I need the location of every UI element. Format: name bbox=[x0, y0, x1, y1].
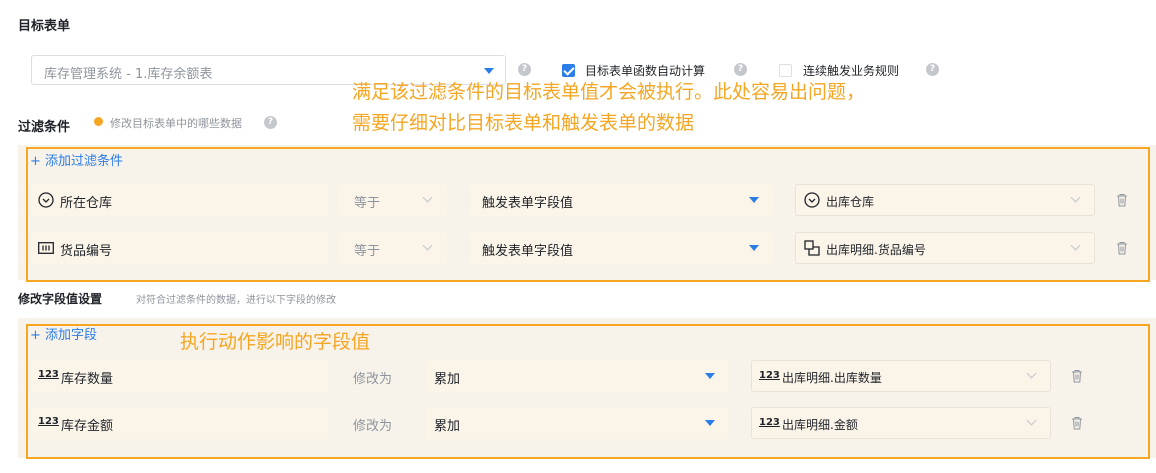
number-field-icon: 123 bbox=[759, 417, 780, 428]
help-icon[interactable]: ? bbox=[518, 63, 531, 76]
number-field-icon: 123 bbox=[38, 416, 59, 427]
modify-action-label: 修改为 bbox=[353, 419, 393, 434]
circle-chevron-icon bbox=[38, 192, 54, 208]
filter-value-type-value: 触发表单字段值 bbox=[482, 196, 574, 211]
dropdown-arrow-icon bbox=[705, 420, 715, 426]
chevron-down-icon bbox=[422, 192, 433, 203]
modify-mode-value: 累加 bbox=[434, 419, 461, 434]
filter-annotation-line1: 满足该过滤条件的目标表单值才会被执行。此处容易出问题， bbox=[352, 81, 866, 103]
modify-section-hint: 对符合过滤条件的数据，进行以下字段的修改 bbox=[136, 295, 336, 306]
delete-icon[interactable] bbox=[1071, 416, 1083, 430]
auto-calc-checkbox[interactable] bbox=[562, 64, 575, 77]
subform-icon bbox=[804, 240, 820, 256]
number-field-icon: 123 bbox=[38, 369, 59, 380]
modify-field-label: 库存金额 bbox=[61, 419, 114, 434]
modify-action-label: 修改为 bbox=[353, 372, 393, 387]
chevron-down-icon bbox=[1070, 240, 1081, 251]
target-section-title: 目标表单 bbox=[18, 19, 71, 34]
modify-field-cell[interactable]: 123 库存金额 bbox=[30, 407, 328, 439]
modify-field-label: 库存数量 bbox=[61, 372, 114, 387]
filter-value-label: 出库仓库 bbox=[826, 195, 875, 209]
filter-section-hint: 修改目标表单中的哪些数据 bbox=[110, 117, 242, 130]
cascade-checkbox[interactable] bbox=[779, 64, 792, 77]
modify-mode-select[interactable]: 累加 bbox=[426, 407, 729, 439]
circle-chevron-icon bbox=[804, 192, 820, 208]
filter-field-label: 所在仓库 bbox=[60, 196, 113, 211]
filter-value-select[interactable]: 出库明细.货品编号 bbox=[795, 232, 1095, 264]
modify-section-title: 修改字段值设置 bbox=[18, 292, 103, 306]
delete-icon[interactable] bbox=[1116, 193, 1128, 207]
filter-annotation-line2: 需要仔细对比目标表单和触发表单的数据 bbox=[352, 112, 695, 134]
filter-operator-value: 等于 bbox=[354, 244, 381, 259]
help-icon[interactable]: ? bbox=[926, 63, 939, 76]
help-icon[interactable]: ? bbox=[734, 63, 747, 76]
dropdown-arrow-icon bbox=[484, 68, 494, 74]
fields-annotation: 执行动作影响的字段值 bbox=[180, 331, 371, 353]
modify-field-cell[interactable]: 123 库存数量 bbox=[30, 360, 328, 392]
dropdown-arrow-icon bbox=[705, 373, 715, 379]
delete-icon[interactable] bbox=[1116, 241, 1128, 255]
chevron-down-icon bbox=[1070, 192, 1081, 203]
modify-mode-value: 累加 bbox=[434, 372, 461, 387]
help-icon[interactable]: ? bbox=[264, 116, 277, 129]
filter-field-label: 货品编号 bbox=[60, 244, 113, 259]
filter-value-select[interactable]: 出库仓库 bbox=[795, 184, 1095, 216]
filter-operator-value: 等于 bbox=[354, 196, 381, 211]
add-field-button[interactable]: + 添加字段 bbox=[30, 324, 97, 343]
chevron-down-icon bbox=[422, 240, 433, 251]
auto-calc-label: 目标表单函数自动计算 bbox=[585, 64, 706, 78]
add-filter-button[interactable]: + 添加过滤条件 bbox=[30, 150, 123, 169]
cascade-label: 连续触发业务规则 bbox=[803, 64, 900, 78]
chevron-down-icon bbox=[1026, 368, 1037, 379]
modify-value-label: 出库明细.金额 bbox=[782, 418, 858, 432]
filter-operator-select[interactable]: 等于 bbox=[338, 184, 447, 216]
warning-dot-icon bbox=[94, 117, 103, 126]
dropdown-arrow-icon bbox=[749, 197, 759, 203]
modify-value-select[interactable]: 123 出库明细.金额 bbox=[751, 407, 1051, 439]
number-field-icon: 123 bbox=[759, 370, 780, 381]
modify-value-select[interactable]: 123 出库明细.出库数量 bbox=[751, 360, 1051, 392]
chevron-down-icon bbox=[1026, 415, 1037, 426]
filter-section-title: 过滤条件 bbox=[18, 120, 71, 135]
filter-field-cell[interactable]: 货品编号 bbox=[30, 232, 328, 264]
filter-field-cell[interactable]: 所在仓库 bbox=[30, 184, 328, 216]
barcode-icon bbox=[38, 242, 54, 254]
dropdown-arrow-icon bbox=[749, 245, 759, 251]
filter-value-type-select[interactable]: 触发表单字段值 bbox=[470, 232, 773, 264]
modify-mode-select[interactable]: 累加 bbox=[426, 360, 729, 392]
delete-icon[interactable] bbox=[1071, 369, 1083, 383]
filter-operator-select[interactable]: 等于 bbox=[338, 232, 447, 264]
filter-value-type-select[interactable]: 触发表单字段值 bbox=[470, 184, 773, 216]
target-form-value: 库存管理系统 - 1.库存余额表 bbox=[44, 67, 213, 82]
filter-value-type-value: 触发表单字段值 bbox=[482, 244, 574, 259]
modify-value-label: 出库明细.出库数量 bbox=[782, 371, 882, 385]
filter-value-label: 出库明细.货品编号 bbox=[826, 243, 926, 257]
